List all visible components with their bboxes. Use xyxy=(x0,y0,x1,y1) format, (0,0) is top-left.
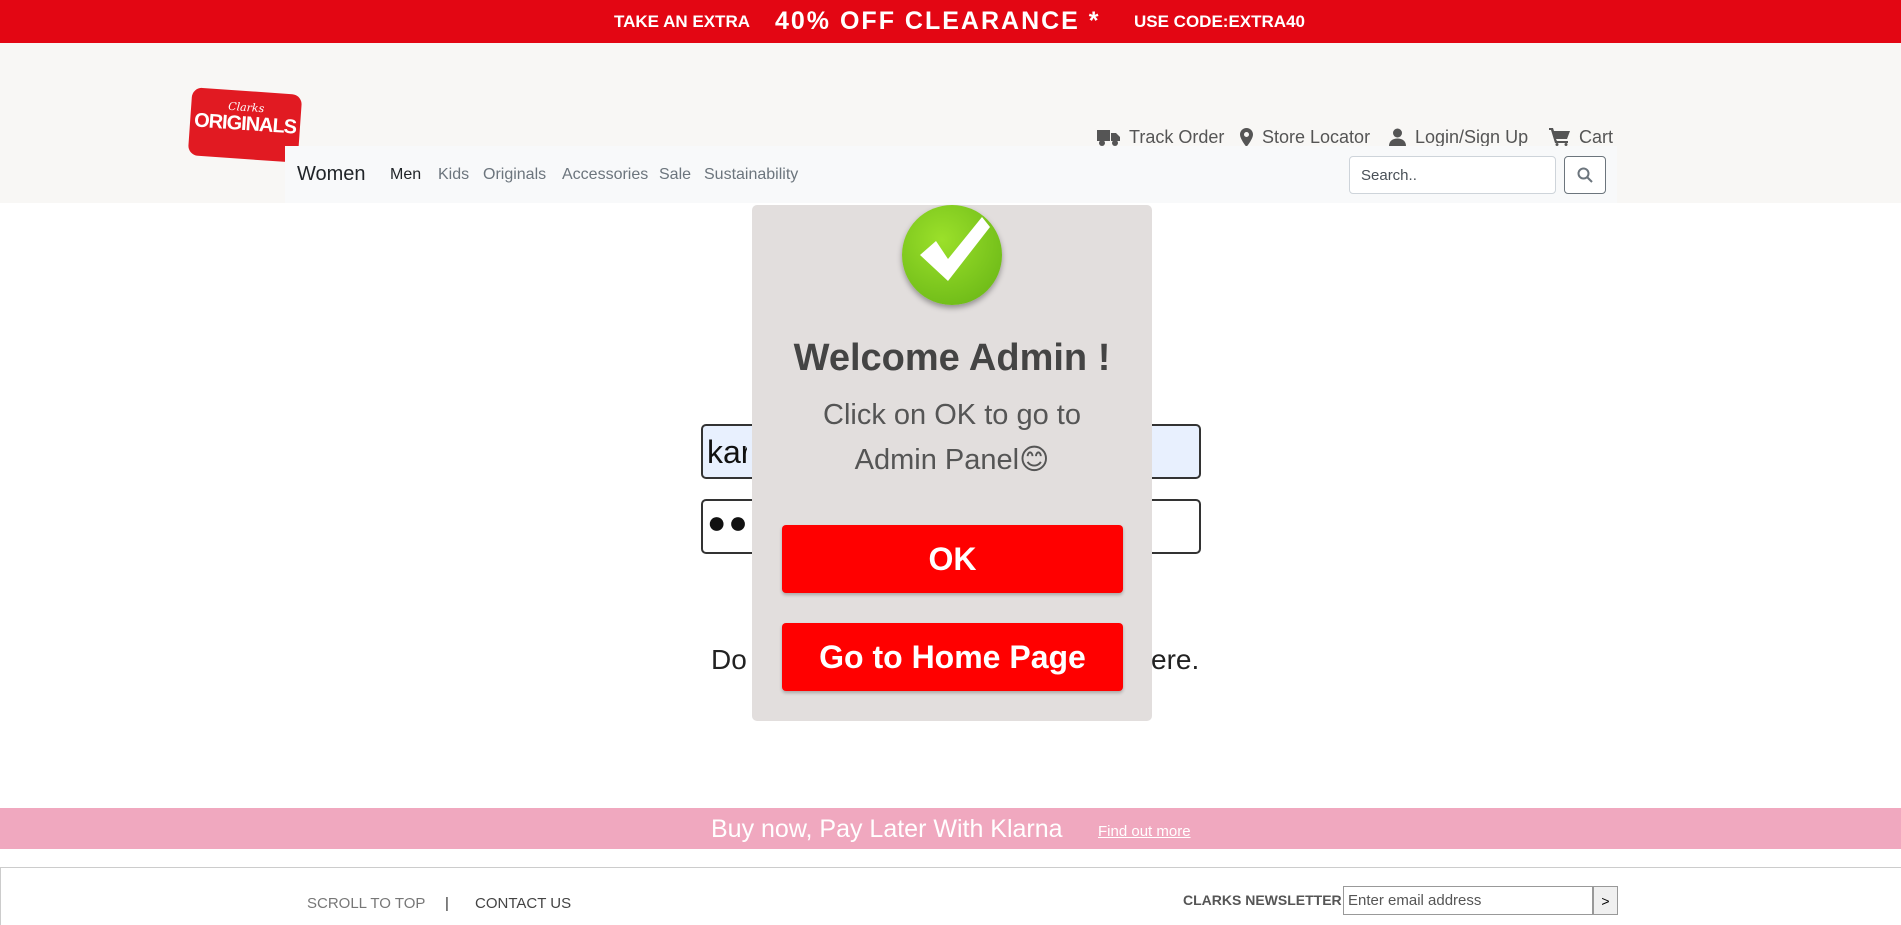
promo-left-text: TAKE AN EXTRA xyxy=(614,12,750,31)
truck-icon xyxy=(1097,130,1120,146)
signup-prompt-start: Do xyxy=(711,644,747,675)
scroll-to-top-link[interactable]: SCROLL TO TOP xyxy=(307,895,425,912)
klarna-text: Buy now, Pay Later With Klarna xyxy=(711,815,1063,843)
nav-item-kids[interactable]: Kids xyxy=(438,166,469,184)
map-pin-icon xyxy=(1240,127,1253,147)
klarna-banner: Buy now, Pay Later With Klarna Find out … xyxy=(0,808,1901,849)
ok-button[interactable]: OK xyxy=(782,525,1123,593)
newsletter-submit-button[interactable]: > xyxy=(1593,886,1618,915)
signup-prompt-end: ere. xyxy=(1151,644,1200,675)
search-icon xyxy=(1577,167,1593,183)
password-value: ●●●● xyxy=(707,504,747,540)
track-order-label: Track Order xyxy=(1129,126,1225,147)
nav-item-sale[interactable]: Sale xyxy=(659,166,691,184)
username-value: kar xyxy=(707,434,747,470)
store-locator-label: Store Locator xyxy=(1262,126,1371,147)
dialog-message: Click on OK to go to Admin Panel😊 xyxy=(823,399,1081,476)
login-signup-label: Login/Sign Up xyxy=(1415,126,1529,147)
cart-icon xyxy=(1549,128,1570,146)
nav-item-men[interactable]: Men xyxy=(390,166,421,184)
newsletter-email-input[interactable] xyxy=(1343,886,1593,915)
footer-separator: | xyxy=(445,895,449,912)
contact-us-link[interactable]: CONTACT US xyxy=(475,895,571,912)
search-input[interactable] xyxy=(1349,156,1556,194)
promo-headline: 40% OFF CLEARANCE * xyxy=(775,7,1101,35)
nav-item-originals[interactable]: Originals xyxy=(483,166,546,184)
nav-item-sustainability[interactable]: Sustainability xyxy=(704,166,798,184)
check-icon xyxy=(902,205,1002,305)
main-navbar: Women Men Kids Originals Accessories Sal… xyxy=(285,146,1617,203)
promo-banner: TAKE AN EXTRA 40% OFF CLEARANCE * USE CO… xyxy=(0,0,1901,43)
user-icon xyxy=(1389,128,1406,146)
newsletter-label: CLARKS NEWSLETTER xyxy=(1183,892,1342,908)
nav-brand-women[interactable]: Women xyxy=(297,163,366,186)
cart-label: Cart xyxy=(1579,126,1614,147)
search-button[interactable] xyxy=(1564,156,1606,194)
dialog-title: Welcome Admin ! xyxy=(793,337,1111,379)
promo-code-text: USE CODE:EXTRA40 xyxy=(1134,12,1305,31)
go-home-button[interactable]: Go to Home Page xyxy=(782,623,1123,691)
welcome-dialog: Welcome Admin ! Click on OK to go to Adm… xyxy=(752,205,1152,721)
site-header: Clarks ORIGINALS Track Order Store Locat… xyxy=(0,43,1901,203)
site-footer: SCROLL TO TOP | CONTACT US CLARKS NEWSLE… xyxy=(0,867,1901,925)
klarna-find-out-more-link[interactable]: Find out more xyxy=(1098,823,1191,840)
nav-item-accessories[interactable]: Accessories xyxy=(562,166,648,184)
